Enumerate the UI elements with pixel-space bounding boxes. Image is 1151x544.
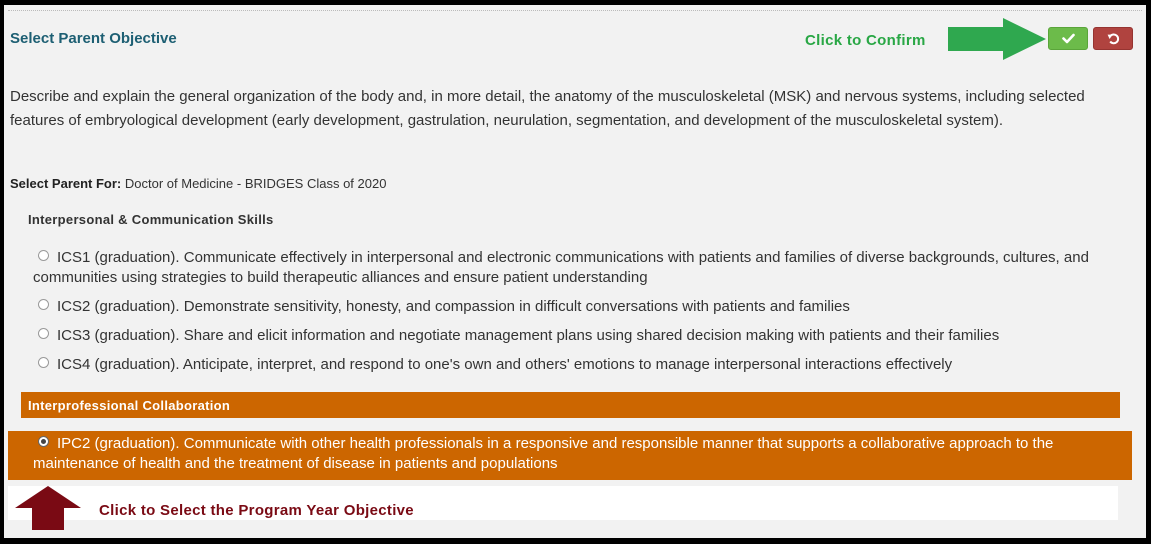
select-parent-for-label: Select Parent For: <box>10 176 122 191</box>
select-annotation: Click to Select the Program Year Objecti… <box>99 502 414 519</box>
divider <box>8 10 1142 11</box>
green-arrow-icon <box>948 18 1046 60</box>
confirm-button[interactable] <box>1048 27 1088 50</box>
objective-option-ics1[interactable]: ICS1 (graduation). Communicate effective… <box>33 248 1133 288</box>
objective-panel: Select Parent Objective Click to Confirm… <box>4 5 1146 538</box>
objective-description: Describe and explain the general organiz… <box>10 88 1085 129</box>
objective-option-label: ICS3 (graduation). Share and elicit info… <box>57 327 1000 344</box>
program-name: Doctor of Medicine - BRIDGES Class of 20… <box>124 176 387 191</box>
objective-option-label: IPC2 (graduation). Communicate with othe… <box>33 435 1054 472</box>
objective-option-ics2[interactable]: ICS2 (graduation). Demonstrate sensitivi… <box>33 297 1133 317</box>
group-heading-ipc: Interprofessional Collaboration <box>21 392 1120 418</box>
objective-option-label: ICS4 (graduation). Anticipate, interpret… <box>57 356 953 373</box>
objective-option-label: ICS2 (graduation). Demonstrate sensitivi… <box>57 298 850 315</box>
maroon-arrow-icon <box>15 486 81 530</box>
radio-button[interactable] <box>38 357 49 368</box>
select-parent-for: Select Parent For: Doctor of Medicine - … <box>10 176 386 191</box>
radio-button[interactable] <box>38 299 49 310</box>
undo-icon <box>1107 33 1119 45</box>
radio-button[interactable] <box>38 250 49 261</box>
objective-option-label: ICS1 (graduation). Communicate effective… <box>33 249 1089 286</box>
reset-button[interactable] <box>1093 27 1133 50</box>
radio-button[interactable] <box>38 328 49 339</box>
objective-option-ipc2[interactable]: IPC2 (graduation). Communicate with othe… <box>8 431 1132 480</box>
objective-option-ics4[interactable]: ICS4 (graduation). Anticipate, interpret… <box>33 355 1133 375</box>
group-heading-ics: Interpersonal & Communication Skills <box>28 212 274 227</box>
page-title: Select Parent Objective <box>10 30 177 47</box>
confirm-annotation: Click to Confirm <box>805 32 926 49</box>
objective-option-ics3[interactable]: ICS3 (graduation). Share and elicit info… <box>33 326 1133 346</box>
radio-button-selected[interactable] <box>38 436 49 447</box>
check-icon <box>1061 33 1075 44</box>
